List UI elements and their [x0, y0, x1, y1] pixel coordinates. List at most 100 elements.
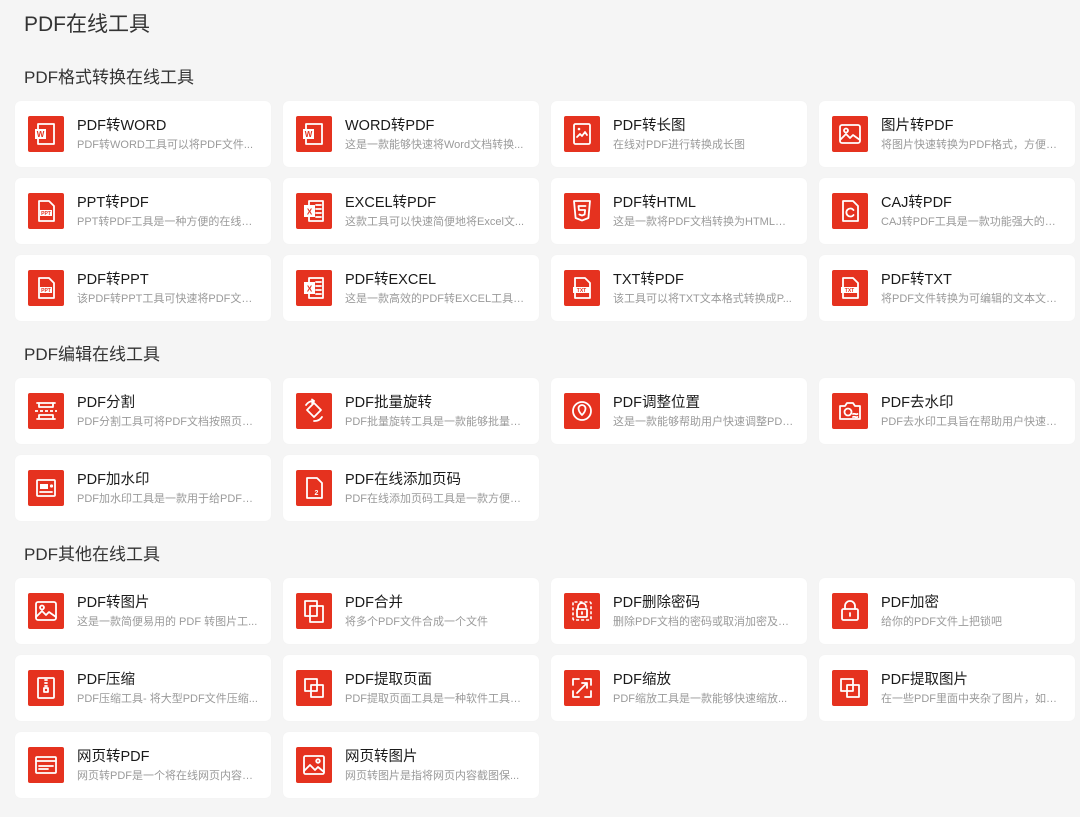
tool-name: PDF转长图 — [613, 117, 686, 134]
txt-icon: TXT — [832, 270, 868, 306]
tool-card[interactable]: CAJ转PDF CAJ转PDF工具是一款功能强大的软... — [819, 178, 1075, 244]
tool-name: PDF提取图片 — [881, 671, 968, 688]
tool-card[interactable]: 网页转图片 网页转图片是指将网页内容截图保... — [283, 732, 539, 798]
tool-card[interactable]: 2 PDF在线添加页码 PDF在线添加页码工具是一款方便快... — [283, 455, 539, 521]
tool-grid-edit: PDF分割 PDF分割工具可将PDF文档按照页面... PDF批量旋转 PDF批量旋转… — [15, 378, 1075, 521]
tool-name: PPT转PDF — [77, 194, 149, 211]
tool-card[interactable]: PDF转长图 在线对PDF进行转换成长图 — [551, 101, 807, 167]
tool-name: PDF调整位置 — [613, 394, 700, 411]
tool-name: PDF提取页面 — [345, 671, 432, 688]
tool-name: PDF转EXCEL — [345, 271, 437, 288]
tool-description: 将多个PDF文件合成一个文件 — [345, 615, 488, 628]
tool-text: PDF转TXT 将PDF文件转换为可编辑的文本文件... — [881, 271, 1075, 306]
tool-text: 网页转图片 网页转图片是指将网页内容截图保... — [345, 748, 539, 783]
tool-text: PDF转长图 在线对PDF进行转换成长图 — [613, 117, 807, 152]
tool-card[interactable]: PDF调整位置 这是一款能够帮助用户快速调整PDF... — [551, 378, 807, 444]
tool-text: PDF转HTML 这是一款将PDF文档转换为HTML格... — [613, 194, 807, 229]
caj-icon — [832, 193, 868, 229]
tool-description: 这是一款将PDF文档转换为HTML格... — [613, 215, 795, 228]
location-icon — [564, 393, 600, 429]
tool-card[interactable]: 图片转PDF 将图片快速转换为PDF格式，方便存... — [819, 101, 1075, 167]
tool-card[interactable]: X PDF转EXCEL 这是一款高效的PDF转EXCEL工具，... — [283, 255, 539, 321]
ppt-icon: PPT — [28, 193, 64, 229]
tool-text: PDF压缩 PDF压缩工具- 将大型PDF文件压缩... — [77, 671, 271, 706]
tool-card[interactable]: TXT TXT转PDF 该工具可以将TXT文本格式转换成P... — [551, 255, 807, 321]
tool-description: 在一些PDF里面中夹杂了图片，如果... — [881, 692, 1063, 705]
tool-description: PDF转WORD工具可以将PDF文件... — [77, 138, 253, 151]
tool-text: PDF分割 PDF分割工具可将PDF文档按照页面... — [77, 394, 271, 429]
tool-name: PDF批量旋转 — [345, 394, 432, 411]
tool-card[interactable]: PDF删除密码 删除PDF文档的密码或取消加密及权... — [551, 578, 807, 644]
tool-text: PDF提取页面 PDF提取页面工具是一种软件工具，... — [345, 671, 539, 706]
tool-description: PDF加水印工具是一款用于给PDF文... — [77, 492, 259, 505]
tool-name: PDF分割 — [77, 394, 135, 411]
tool-text: WORD转PDF 这是一款能够快速将Word文档转换... — [345, 117, 539, 152]
tool-text: PPT转PDF PPT转PDF工具是一种方便的在线工... — [77, 194, 271, 229]
tool-card[interactable]: PDF加密 给你的PDF文件上把锁吧 — [819, 578, 1075, 644]
tool-card[interactable]: PPT PDF转PPT 该PDF转PPT工具可快速将PDF文档... — [15, 255, 271, 321]
tool-name: TXT转PDF — [613, 271, 684, 288]
image-icon — [832, 116, 868, 152]
tool-card[interactable]: PDF转图片 这是一款简便易用的 PDF 转图片工... — [15, 578, 271, 644]
tool-card[interactable]: PDF合并 将多个PDF文件合成一个文件 — [283, 578, 539, 644]
unlock-icon — [564, 593, 600, 629]
tool-description: 该工具可以将TXT文本格式转换成P... — [613, 292, 792, 305]
copy-icon — [296, 670, 332, 706]
section-title-conversion: PDF格式转换在线工具 — [24, 68, 194, 87]
tool-description: 这是一款能够快速将Word文档转换... — [345, 138, 524, 151]
tool-text: PDF加水印 PDF加水印工具是一款用于给PDF文... — [77, 471, 271, 506]
tool-text: PDF调整位置 这是一款能够帮助用户快速调整PDF... — [613, 394, 807, 429]
tool-description: 这是一款高效的PDF转EXCEL工具，... — [345, 292, 527, 305]
tool-description: 网页转PDF是一个将在线网页内容高... — [77, 769, 259, 782]
tool-card[interactable]: PPT PPT转PDF PPT转PDF工具是一种方便的在线工... — [15, 178, 271, 244]
tool-card[interactable]: W WORD转PDF 这是一款能够快速将Word文档转换... — [283, 101, 539, 167]
html5-icon — [564, 193, 600, 229]
tool-name: PDF去水印 — [881, 394, 954, 411]
svg-text:TXT: TXT — [577, 288, 586, 294]
tool-description: PDF批量旋转工具是一款能够批量旋... — [345, 415, 527, 428]
tool-card[interactable]: PDF批量旋转 PDF批量旋转工具是一款能够批量旋... — [283, 378, 539, 444]
tool-name: CAJ转PDF — [881, 194, 952, 211]
tool-description: 给你的PDF文件上把锁吧 — [881, 615, 1002, 628]
tool-name: PDF在线添加页码 — [345, 471, 461, 488]
svg-text:2: 2 — [315, 490, 319, 497]
tool-description: PDF缩放工具是一款能够快速缩放... — [613, 692, 788, 705]
tool-description: PPT转PDF工具是一种方便的在线工... — [77, 215, 259, 228]
tool-text: PDF删除密码 删除PDF文档的密码或取消加密及权... — [613, 594, 807, 629]
tool-description: 删除PDF文档的密码或取消加密及权... — [613, 615, 795, 628]
tool-card[interactable]: PDF转HTML 这是一款将PDF文档转换为HTML格... — [551, 178, 807, 244]
copy-icon — [832, 670, 868, 706]
resize-icon — [564, 670, 600, 706]
tool-card[interactable]: PDF缩放 PDF缩放工具是一款能够快速缩放... — [551, 655, 807, 721]
tool-card[interactable]: W PDF转WORD PDF转WORD工具可以将PDF文件... — [15, 101, 271, 167]
tool-text: PDF在线添加页码 PDF在线添加页码工具是一款方便快... — [345, 471, 539, 506]
tool-card[interactable]: PDF提取页面 PDF提取页面工具是一种软件工具，... — [283, 655, 539, 721]
tool-grid-conversion: W PDF转WORD PDF转WORD工具可以将PDF文件... W WORD转PDF 这… — [15, 101, 1075, 321]
excel-icon: X — [296, 193, 332, 229]
svg-text:W: W — [305, 130, 313, 139]
tool-name: 图片转PDF — [881, 117, 954, 134]
tool-name: PDF缩放 — [613, 671, 671, 688]
svg-text:TXT: TXT — [845, 288, 854, 294]
svg-text:PPT: PPT — [41, 211, 51, 217]
tool-description: CAJ转PDF工具是一款功能强大的软... — [881, 215, 1063, 228]
tool-name: PDF加水印 — [77, 471, 150, 488]
tool-card[interactable]: TXT PDF转TXT 将PDF文件转换为可编辑的文本文件... — [819, 255, 1075, 321]
tool-description: PDF压缩工具- 将大型PDF文件压缩... — [77, 692, 258, 705]
tool-description: 将图片快速转换为PDF格式，方便存... — [881, 138, 1063, 151]
tool-text: PDF合并 将多个PDF文件合成一个文件 — [345, 594, 539, 629]
tool-card[interactable]: PDF提取图片在一些PDF里面中夹杂了图片，如果... — [819, 655, 1075, 721]
tool-card[interactable]: PDF压缩 PDF压缩工具- 将大型PDF文件压缩... — [15, 655, 271, 721]
watermark-remove-icon — [832, 393, 868, 429]
svg-text:PPT: PPT — [41, 288, 51, 294]
svg-text:X: X — [307, 284, 313, 293]
tool-card[interactable]: 网页转PDF 网页转PDF是一个将在线网页内容高... — [15, 732, 271, 798]
tool-text: PDF转WORD PDF转WORD工具可以将PDF文件... — [77, 117, 271, 152]
tool-card[interactable]: PDF去水印 PDF去水印工具旨在帮助用户快速、... — [819, 378, 1075, 444]
compress-icon — [28, 670, 64, 706]
tool-card[interactable]: PDF加水印 PDF加水印工具是一款用于给PDF文... — [15, 455, 271, 521]
tool-card[interactable]: PDF分割 PDF分割工具可将PDF文档按照页面... — [15, 378, 271, 444]
tool-name: PDF压缩 — [77, 671, 135, 688]
tool-name: WORD转PDF — [345, 117, 435, 134]
tool-card[interactable]: X EXCEL转PDF 这款工具可以快速简便地将Excel文... — [283, 178, 539, 244]
